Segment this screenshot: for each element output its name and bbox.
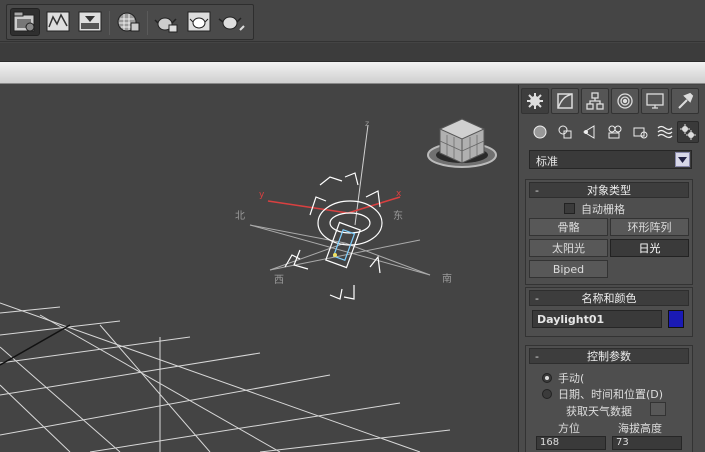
collapse-icon: - [535,183,539,197]
cameras-icon[interactable] [604,121,626,143]
create-tab-icon[interactable] [521,88,549,114]
name-and-color-rollout: - 名称和颜色 Daylight01 [525,287,693,337]
control-parameters-rollout: - 控制参数 手动( 日期、时间和位置(D) 获取天气数据 方位 海拔高度 16… [525,345,693,452]
ring-array-button[interactable]: 环形阵列 [610,218,689,236]
name-and-color-header[interactable]: - 名称和颜色 [529,290,689,306]
chevron-down-icon[interactable] [675,152,690,167]
compass-west-label: 西 [274,275,284,286]
object-type-title: 对象类型 [587,184,631,197]
modify-tab-icon[interactable] [551,88,579,114]
collapse-icon: - [535,291,539,305]
azimuth-label: 方位 [558,422,580,435]
object-color-swatch[interactable] [668,310,684,328]
viewport-scene [0,118,497,452]
helpers-icon[interactable] [629,121,651,143]
active-shade-icon[interactable] [217,8,247,36]
name-and-color-title: 名称和颜色 [581,292,637,305]
compass-north-label: 北 [235,211,245,222]
bones-button[interactable]: 骨骼 [529,218,608,236]
auto-grid-label: 自动栅格 [581,203,625,216]
space-warps-icon[interactable] [654,121,676,143]
control-parameters-title: 控制参数 [587,350,631,363]
compass-south-label: 南 [442,274,452,285]
control-parameters-header[interactable]: - 控制参数 [529,348,689,364]
geometry-icon[interactable] [529,121,551,143]
category-value: 标准 [536,155,558,168]
display-tab-icon[interactable] [641,88,669,114]
render-toolbar-group [6,4,254,40]
altitude-input[interactable]: 73 [612,436,682,450]
compass-rose [249,224,431,276]
daylight-gizmo[interactable] [284,172,383,300]
perspective-viewport[interactable]: 北 东 西 南 z x y [0,85,518,452]
render-iterative-icon[interactable] [184,8,214,36]
systems-icon[interactable] [677,121,699,143]
altitude-label: 海拔高度 [618,422,662,435]
y-axis-label: y [259,190,265,200]
main-toolbar [0,0,705,42]
x-axis-label: x [396,189,402,199]
compass-east-label: 东 [393,211,403,222]
render-teapot-icon[interactable] [151,8,181,36]
render-production-icon[interactable] [75,8,105,36]
weather-data-label: 获取天气数据 [566,405,632,418]
material-editor-icon[interactable] [113,8,143,36]
view-cube[interactable] [427,118,497,168]
manual-label: 手动( [558,372,585,385]
object-category-dropdown[interactable]: 标准 [529,150,692,169]
command-panel: 标准 - 对象类型 自动栅格 骨骼 环形阵列 太阳光 日光 Biped - 名称… [518,85,705,452]
object-type-header[interactable]: - 对象类型 [529,182,689,198]
auto-grid-checkbox[interactable] [564,203,575,214]
daylight-compass-center [333,253,337,257]
rendered-frame-window-icon[interactable] [43,8,73,36]
daylight-button[interactable]: 日光 [610,239,689,257]
shapes-icon[interactable] [554,121,576,143]
collapse-icon: - [535,349,539,363]
hierarchy-tab-icon[interactable] [581,88,609,114]
render-setup-icon[interactable] [10,8,40,36]
setup-button[interactable] [650,402,666,416]
manual-radio[interactable] [542,373,552,383]
azimuth-input[interactable]: 168 [536,436,606,450]
utilities-tab-icon[interactable] [671,88,699,114]
date-time-location-label: 日期、时间和位置(D) [558,388,664,401]
prompt-bar [0,62,705,84]
motion-tab-icon[interactable] [611,88,639,114]
object-name-input[interactable]: Daylight01 [532,310,662,328]
ribbon-strip [0,43,705,62]
date-time-location-radio[interactable] [542,389,552,399]
z-axis-label: z [365,119,370,128]
object-type-rollout: - 对象类型 自动栅格 骨骼 环形阵列 太阳光 日光 Biped [525,179,693,285]
sunlight-button[interactable]: 太阳光 [529,239,608,257]
biped-button[interactable]: Biped [529,260,608,278]
lights-icon[interactable] [579,121,601,143]
home-grid [0,302,451,452]
